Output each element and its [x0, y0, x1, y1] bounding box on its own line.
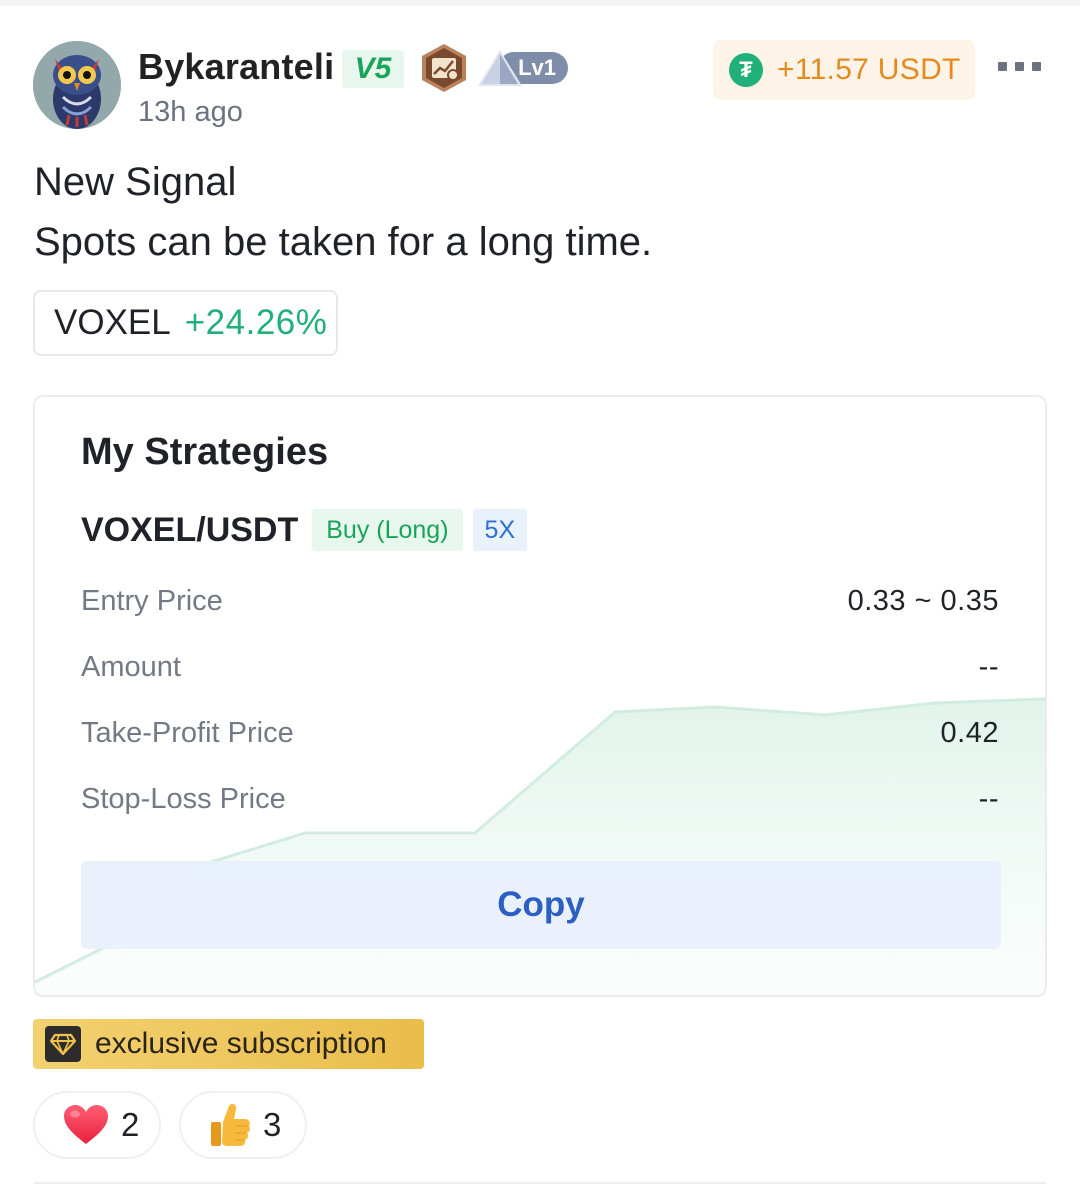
take-profit-row: Take-Profit Price 0.42: [81, 717, 999, 757]
take-profit-label: Take-Profit Price: [81, 717, 294, 749]
stop-loss-label: Stop-Loss Price: [81, 783, 286, 815]
trading-pair: VOXEL/USDT: [81, 510, 299, 549]
heart-reaction-button[interactable]: 2: [33, 1091, 161, 1159]
trader-chart-badge-icon: [418, 42, 470, 94]
side-tag: Buy (Long): [312, 509, 463, 551]
level-badge: Lv1: [476, 48, 570, 88]
strategies-title: My Strategies: [81, 431, 329, 473]
post-body: Spots can be taken for a long time.: [34, 220, 653, 264]
thumbs-up-reaction-button[interactable]: 3: [179, 1091, 307, 1159]
bottom-divider: [33, 1182, 1047, 1184]
ticker-change: +24.26%: [184, 303, 328, 342]
copy-button[interactable]: Copy: [81, 861, 1001, 949]
heart-count: 2: [121, 1106, 140, 1143]
top-divider: [0, 0, 1080, 6]
ticker-symbol: VOXEL: [54, 303, 171, 342]
amount-value: --: [978, 651, 999, 683]
heart-icon: [64, 1105, 108, 1144]
strategy-card: My Strategies VOXEL/USDT Buy (Long) 5X E…: [33, 395, 1047, 997]
signal-post: Bykaranteli V5 Lv1 13h ago ₮ +11.57 USDT…: [0, 0, 1080, 1190]
take-profit-value: 0.42: [940, 717, 999, 749]
leverage-tag: 5X: [472, 509, 528, 551]
thumbs-up-count: 3: [263, 1106, 282, 1143]
diamond-icon: [45, 1026, 81, 1062]
amount-row: Amount --: [81, 651, 999, 691]
entry-price-value: 0.33 ~ 0.35: [847, 585, 999, 617]
earnings-badge: ₮ +11.57 USDT: [713, 40, 975, 100]
author-avatar[interactable]: [33, 41, 121, 129]
thumbs-up-icon: [211, 1103, 251, 1146]
owl-avatar-icon: [33, 41, 121, 129]
pair-row: VOXEL/USDT Buy (Long) 5X: [81, 509, 528, 551]
vip-badge: V5: [342, 50, 404, 88]
entry-price-row: Entry Price 0.33 ~ 0.35: [81, 585, 999, 625]
earnings-amount: +11.57 USDT: [777, 53, 961, 86]
entry-price-label: Entry Price: [81, 585, 223, 617]
post-time: 13h ago: [138, 96, 243, 128]
stop-loss-row: Stop-Loss Price --: [81, 783, 999, 823]
level-triangle-icon: [478, 50, 522, 86]
stop-loss-value: --: [978, 783, 999, 815]
amount-label: Amount: [81, 651, 181, 683]
post-title: New Signal: [34, 160, 237, 204]
usdt-icon: ₮: [729, 53, 763, 87]
author-name[interactable]: Bykaranteli: [138, 46, 334, 88]
more-options-icon[interactable]: [998, 62, 1042, 76]
exclusive-subscription-tag[interactable]: exclusive subscription: [33, 1019, 424, 1069]
ticker-chip[interactable]: VOXEL +24.26%: [33, 290, 338, 356]
subscription-label: exclusive subscription: [95, 1027, 387, 1060]
